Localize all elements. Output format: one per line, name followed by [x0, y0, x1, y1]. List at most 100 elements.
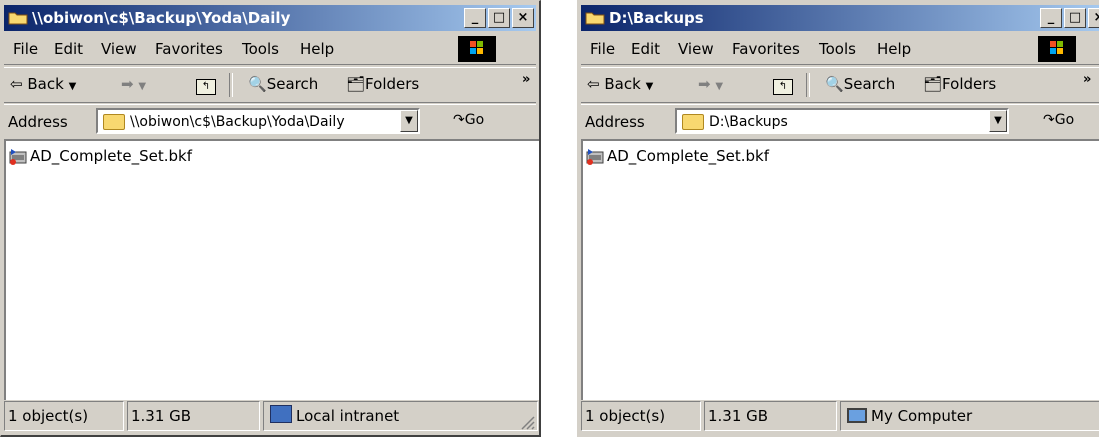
- menu-view[interactable]: View: [678, 40, 714, 58]
- file-item[interactable]: AD_Complete_Set.bkf: [585, 145, 769, 167]
- status-bar: 1 object(s) 1.31 GB My Computer: [581, 401, 1099, 433]
- address-dropdown-button[interactable]: ▼: [989, 110, 1007, 132]
- forward-arrow-icon: ➡: [121, 75, 134, 93]
- menu-file[interactable]: File: [590, 40, 615, 58]
- status-zone: Local intranet: [263, 401, 538, 431]
- file-name: AD_Complete_Set.bkf: [30, 147, 192, 165]
- back-arrow-icon: ⇦: [587, 75, 600, 93]
- address-input[interactable]: D:\Backups ▼: [675, 108, 1009, 134]
- explorer-window-right: D:\Backups _ □ × File Edit View Favorite…: [577, 0, 1099, 437]
- menu-tools[interactable]: Tools: [242, 40, 279, 58]
- go-arrow-icon: ↷: [453, 112, 465, 128]
- up-folder-icon: ↰: [196, 79, 216, 95]
- address-label: Address: [8, 113, 68, 131]
- standard-toolbar: ⇦ Back ▼ ➡ ▼ ↰ 🔍Search 🗂Folders »: [4, 67, 536, 103]
- minimize-button[interactable]: _: [1040, 8, 1062, 28]
- explorer-window-left: \\obiwon\c$\Backup\Yoda\Daily _ □ × File…: [0, 0, 541, 437]
- forward-button[interactable]: ➡ ▼: [698, 75, 723, 93]
- search-label: Search: [843, 75, 896, 93]
- standard-toolbar: ⇦ Back ▼ ➡ ▼ ↰ 🔍Search 🗂Folders »: [581, 67, 1099, 103]
- address-input[interactable]: \\obiwon\c$\Backup\Yoda\Daily ▼: [96, 108, 420, 134]
- search-label: Search: [266, 75, 319, 93]
- local-intranet-icon: [270, 405, 292, 423]
- address-bar: Address D:\Backups ▼ ↷Go: [581, 104, 1099, 140]
- search-button[interactable]: 🔍Search: [248, 75, 318, 93]
- window-title: \\obiwon\c$\Backup\Yoda\Daily: [32, 9, 291, 27]
- go-label: Go: [1054, 112, 1075, 128]
- resize-grip-icon[interactable]: [518, 413, 536, 431]
- folders-label: Folders: [942, 75, 997, 93]
- dropdown-arrow-icon[interactable]: ▼: [646, 81, 654, 92]
- status-zone: My Computer: [840, 401, 1099, 431]
- title-bar[interactable]: \\obiwon\c$\Backup\Yoda\Daily _ □ ×: [4, 5, 536, 31]
- close-button[interactable]: ×: [1088, 8, 1099, 28]
- window-title: D:\Backups: [609, 9, 704, 27]
- status-object-count: 1 object(s): [581, 401, 701, 431]
- folders-icon: 🗂: [346, 75, 366, 93]
- folder-icon: [103, 114, 125, 130]
- forward-button[interactable]: ➡ ▼: [121, 75, 146, 93]
- windows-logo-icon: [458, 36, 496, 62]
- go-button[interactable]: ↷Go: [453, 112, 484, 128]
- file-item[interactable]: AD_Complete_Set.bkf: [8, 145, 192, 167]
- folder-icon: [682, 114, 704, 130]
- minimize-button[interactable]: _: [464, 8, 486, 28]
- menu-favorites[interactable]: Favorites: [732, 40, 800, 58]
- menu-favorites[interactable]: Favorites: [155, 40, 223, 58]
- address-value: \\obiwon\c$\Backup\Yoda\Daily: [130, 114, 345, 130]
- zone-label: Local intranet: [296, 407, 400, 425]
- close-button[interactable]: ×: [512, 8, 534, 28]
- address-dropdown-button[interactable]: ▼: [400, 110, 418, 132]
- toolbar-overflow-chevron-icon[interactable]: »: [1083, 72, 1091, 87]
- back-arrow-icon: ⇦: [10, 75, 23, 93]
- address-value: D:\Backups: [709, 114, 788, 130]
- dropdown-arrow-icon[interactable]: ▼: [715, 81, 723, 92]
- up-folder-icon: ↰: [773, 79, 793, 95]
- folder-icon: [585, 12, 605, 25]
- up-folder-button[interactable]: ↰: [773, 75, 793, 95]
- zone-label: My Computer: [871, 407, 973, 425]
- go-button[interactable]: ↷Go: [1043, 112, 1074, 128]
- toolbar-separator: [229, 73, 233, 97]
- go-label: Go: [464, 112, 485, 128]
- maximize-button[interactable]: □: [1064, 8, 1086, 28]
- menu-edit[interactable]: Edit: [54, 40, 83, 58]
- search-icon: 🔍: [825, 75, 844, 93]
- folders-button[interactable]: 🗂Folders: [923, 75, 996, 93]
- menu-help[interactable]: Help: [300, 40, 334, 58]
- dropdown-arrow-icon[interactable]: ▼: [69, 81, 77, 92]
- menu-file[interactable]: File: [13, 40, 38, 58]
- toolbar-separator: [806, 73, 810, 97]
- file-list-pane[interactable]: AD_Complete_Set.bkf: [4, 139, 539, 400]
- address-label: Address: [585, 113, 645, 131]
- menu-view[interactable]: View: [101, 40, 137, 58]
- dropdown-arrow-icon[interactable]: ▼: [138, 81, 146, 92]
- up-folder-button[interactable]: ↰: [196, 75, 216, 95]
- file-list-pane[interactable]: AD_Complete_Set.bkf: [581, 139, 1099, 400]
- back-label: Back: [27, 75, 64, 93]
- go-arrow-icon: ↷: [1043, 112, 1055, 128]
- title-bar[interactable]: D:\Backups _ □ ×: [581, 5, 1099, 31]
- windows-logo-icon: [1038, 36, 1076, 62]
- folders-button[interactable]: 🗂Folders: [346, 75, 419, 93]
- backup-file-icon: [586, 149, 604, 165]
- menu-help[interactable]: Help: [877, 40, 911, 58]
- status-size: 1.31 GB: [127, 401, 260, 431]
- file-name: AD_Complete_Set.bkf: [607, 147, 769, 165]
- folder-icon: [8, 12, 28, 25]
- menu-bar: File Edit View Favorites Tools Help: [4, 34, 536, 65]
- status-size: 1.31 GB: [704, 401, 837, 431]
- status-object-count: 1 object(s): [4, 401, 124, 431]
- back-button[interactable]: ⇦ Back ▼: [587, 75, 653, 93]
- search-icon: 🔍: [248, 75, 267, 93]
- my-computer-icon: [847, 408, 867, 423]
- back-button[interactable]: ⇦ Back ▼: [10, 75, 76, 93]
- backup-file-icon: [9, 149, 27, 165]
- toolbar-overflow-chevron-icon[interactable]: »: [522, 72, 530, 87]
- menu-tools[interactable]: Tools: [819, 40, 856, 58]
- menu-edit[interactable]: Edit: [631, 40, 660, 58]
- maximize-button[interactable]: □: [488, 8, 510, 28]
- search-button[interactable]: 🔍Search: [825, 75, 895, 93]
- forward-arrow-icon: ➡: [698, 75, 711, 93]
- back-label: Back: [604, 75, 641, 93]
